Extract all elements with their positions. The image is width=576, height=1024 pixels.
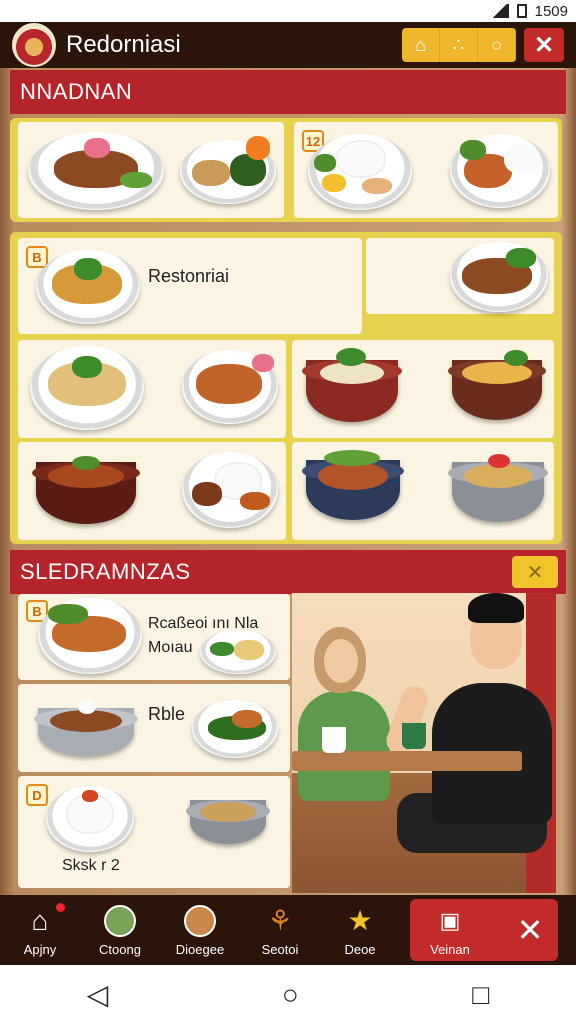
dish-image	[34, 700, 138, 756]
menu-card-featured[interactable]: B Restonriai	[18, 238, 362, 334]
nav-item-veinan[interactable]: ▣ Veinan	[410, 895, 490, 965]
nav-label: Ctoong	[99, 941, 141, 957]
close-icon[interactable]: ✕	[512, 556, 558, 588]
dish-image	[192, 700, 278, 758]
nav-label: Dioegee	[175, 941, 225, 957]
recents-icon[interactable]: □	[472, 979, 489, 1011]
dish-image	[448, 350, 546, 420]
menu-card[interactable]	[366, 238, 554, 314]
dish-image	[28, 132, 164, 210]
menu-card[interactable]	[18, 122, 284, 218]
nav-item-home[interactable]: ⌂ Apjny	[0, 895, 80, 965]
dish-image	[200, 630, 276, 674]
nav-item-seotoi[interactable]: ⚘ Seotoi	[240, 895, 320, 965]
diners-illustration	[292, 593, 556, 893]
close-icon: ✕	[516, 912, 544, 948]
header-action-group: ⌂ ∴ ○	[402, 28, 516, 62]
dish-image	[38, 598, 142, 674]
nav-item-deoe[interactable]: ★ Deoe	[320, 895, 400, 965]
notification-dot	[56, 903, 65, 912]
list-item[interactable]: Rble	[18, 684, 290, 772]
camera-icon: ▣	[439, 907, 461, 933]
item-caption: Sksk r 2	[62, 857, 120, 874]
nav-item-close[interactable]: ✕	[490, 895, 570, 965]
dish-image	[180, 136, 276, 204]
item-subtitle: Moıau	[148, 639, 193, 656]
dish-image	[182, 350, 278, 424]
bottom-nav: ⌂ Apjny Ctoong Dioegee ⚘ Seotoi ★ Deoe ▣…	[0, 895, 576, 965]
dish-image	[450, 134, 550, 208]
app-logo	[12, 23, 56, 67]
section-title-first: NNADNAN	[10, 70, 566, 114]
list-item[interactable]: D Sksk r 2	[18, 776, 290, 888]
main-content[interactable]: NNADNAN 12 B Restonriai SLEDRAMNZAS B Rc…	[0, 68, 576, 895]
nav-label: Seotoi	[261, 941, 299, 957]
star-icon: ★	[347, 905, 373, 936]
status-bar: 1509	[0, 0, 576, 22]
goblet-icon: ⚘	[267, 905, 293, 936]
dish-image	[302, 348, 402, 422]
dish-image	[308, 134, 412, 210]
nav-item-dioegee[interactable]: Dioegee	[160, 895, 240, 965]
dish-image	[448, 454, 548, 522]
menu-card[interactable]	[292, 442, 554, 540]
dish-image	[32, 456, 140, 524]
dish-image	[46, 786, 134, 852]
nav-label: Deoe	[344, 941, 376, 957]
system-navigation-bar: ◁ ○ □	[0, 965, 576, 1024]
section-title-second: SLEDRAMNZAS	[10, 550, 566, 594]
nav-label: Apjny	[23, 941, 57, 957]
menu-card[interactable]	[292, 340, 554, 438]
list-item[interactable]: B Rcaßeoi ını Nla Moıau	[18, 594, 290, 680]
menu-card[interactable]	[18, 340, 286, 438]
app-title: Redorniasi	[66, 31, 181, 58]
card-number-badge: D	[26, 784, 48, 806]
avatar-icon	[104, 904, 136, 937]
app-bar: Redorniasi ⌂ ∴ ○ ✕	[0, 22, 576, 68]
nav-label: Veinan	[430, 941, 470, 957]
circle-icon[interactable]: ○	[478, 28, 516, 62]
home-icon[interactable]: ⌂	[402, 28, 440, 62]
home-circle-icon[interactable]: ○	[282, 979, 299, 1011]
item-title: Rble	[148, 704, 186, 724]
fork-icon[interactable]: ∴	[440, 28, 478, 62]
signal-icon	[490, 4, 509, 18]
avatar-icon	[184, 904, 216, 937]
menu-card[interactable]	[18, 442, 286, 540]
home-icon: ⌂	[31, 904, 49, 936]
dish-image	[186, 800, 270, 844]
card-title: Restonriai	[148, 266, 230, 286]
status-time: 1509	[534, 2, 568, 20]
dish-image	[36, 250, 140, 324]
dish-image	[30, 346, 144, 430]
dish-image	[302, 450, 404, 520]
close-button[interactable]: ✕	[524, 28, 564, 62]
battery-icon	[516, 4, 527, 18]
nav-item-ctoong[interactable]: Ctoong	[80, 895, 160, 965]
back-icon[interactable]: ◁	[87, 978, 109, 1011]
dish-image	[182, 452, 278, 528]
dish-image	[450, 242, 548, 312]
menu-card[interactable]: 12	[294, 122, 558, 218]
